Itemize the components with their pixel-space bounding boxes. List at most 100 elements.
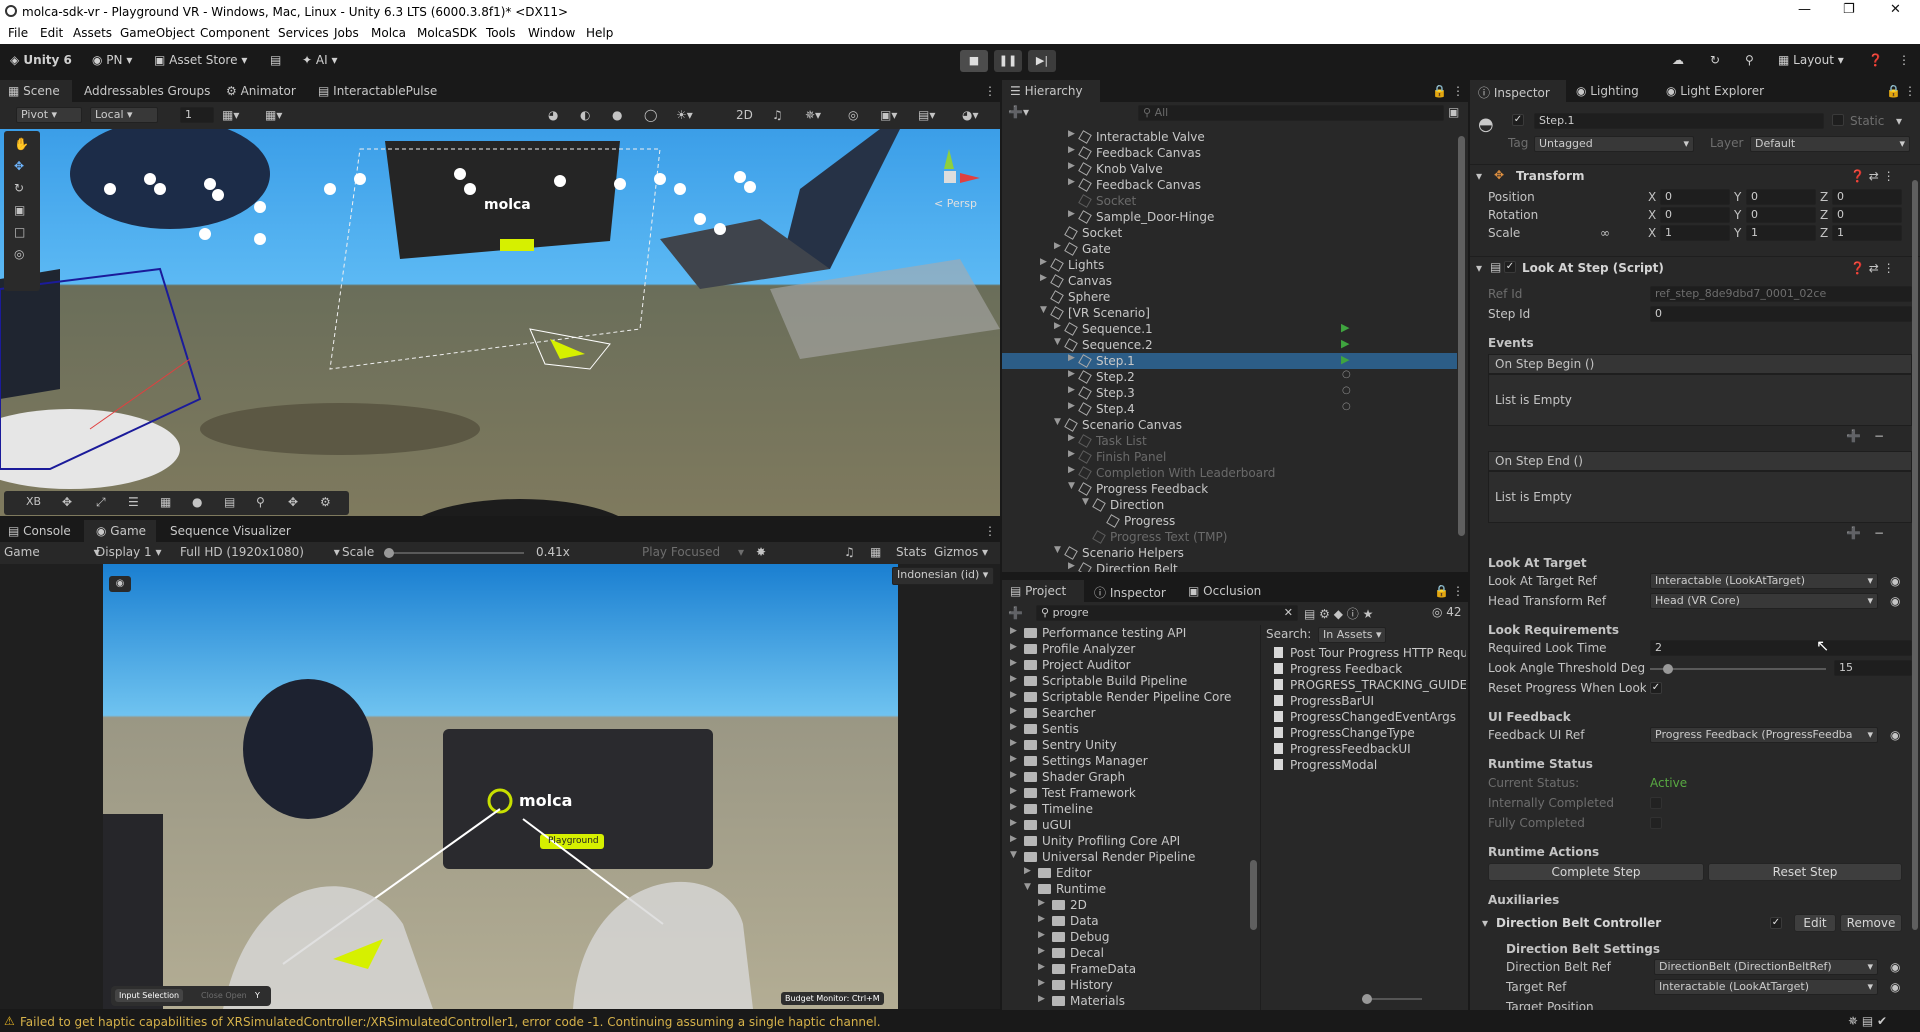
folder-row[interactable]: ▶ uGUI xyxy=(1002,817,1250,833)
scale-tool-icon[interactable]: ▣ xyxy=(14,203,25,217)
step-button[interactable]: ▶| xyxy=(1028,50,1056,72)
expand-arrow-icon[interactable]: ▶ xyxy=(1068,161,1075,171)
folder-row[interactable]: ▶ Profile Analyzer xyxy=(1002,641,1250,657)
remove-event-icon[interactable]: − xyxy=(1874,526,1884,540)
search-tools-icons[interactable]: ▤ ⚙ ◆ ⓘ ★ xyxy=(1304,605,1373,622)
audio-icon[interactable]: ♫ xyxy=(772,108,783,122)
hierarchy-row[interactable]: ▶ Gate xyxy=(1002,241,1457,257)
folder-row[interactable]: ▶ Data xyxy=(1002,913,1250,929)
hierarchy-scrollbar[interactable] xyxy=(1458,136,1465,536)
transform-x-field[interactable]: 1 xyxy=(1660,225,1730,241)
account-button[interactable]: ◈ Unity 6 xyxy=(10,53,72,67)
sphere-icon[interactable]: ● xyxy=(192,495,202,509)
asset-result-row[interactable]: ProgressChangeType xyxy=(1266,725,1466,741)
more-icon[interactable]: ⋮ xyxy=(1898,53,1910,67)
expand-arrow-icon[interactable]: ▶ xyxy=(1038,978,1045,988)
lighting-icon[interactable]: ☀▾ xyxy=(676,108,693,122)
vr-mode-icon[interactable]: ◉ xyxy=(109,576,131,592)
menu-window[interactable]: Window xyxy=(528,26,575,40)
hierarchy-search-input[interactable]: ⚲ All xyxy=(1138,105,1444,121)
expand-arrow-icon[interactable]: ▶ xyxy=(1038,994,1045,1004)
status-message[interactable]: Failed to get haptic capabilities of XRS… xyxy=(20,1015,881,1029)
hierarchy-row[interactable]: ▶ Sequence.1 ▶ xyxy=(1002,321,1457,337)
scale-slider[interactable] xyxy=(384,548,524,558)
hierarchy-row[interactable]: ▼ Sequence.2 ▶ xyxy=(1002,337,1457,353)
view-tool-icon[interactable]: ✋ xyxy=(14,137,29,151)
game-view-dropdown[interactable]: Game ▾ xyxy=(4,545,100,559)
help-icon[interactable]: ❓ xyxy=(1868,53,1883,67)
tab-console[interactable]: ▤ Console xyxy=(8,524,71,538)
project-search-input[interactable]: ⚲ progre ✕ xyxy=(1036,605,1298,621)
transform-z-field[interactable]: 0 xyxy=(1832,207,1902,223)
hierarchy-row[interactable]: ▶ Knob Valve xyxy=(1002,161,1457,177)
expand-arrow-icon[interactable]: ▶ xyxy=(1038,946,1045,956)
constrain-proportions-icon[interactable]: ∞ xyxy=(1600,226,1610,240)
look-angle-slider-thumb[interactable] xyxy=(1662,664,1673,674)
folder-scrollbar[interactable] xyxy=(1250,860,1257,930)
2d-toggle[interactable]: 2D xyxy=(736,108,753,122)
tab-occlusion[interactable]: ▣ Occlusion xyxy=(1188,584,1261,598)
history-icon[interactable]: ↻ xyxy=(1710,53,1720,67)
expand-arrow-icon[interactable]: ▶ xyxy=(1068,353,1075,363)
close-icon[interactable]: ✕ xyxy=(1890,2,1901,17)
hierarchy-row[interactable]: ▶ Step.2 ○ xyxy=(1002,369,1457,385)
hierarchy-row[interactable]: Socket xyxy=(1002,225,1457,241)
menu-component[interactable]: Component xyxy=(200,26,270,40)
expand-arrow-icon[interactable]: ▶ xyxy=(1040,257,1047,267)
pause-button[interactable]: ❚❚ xyxy=(994,50,1022,72)
expand-arrow-icon[interactable]: ▶ xyxy=(1010,690,1017,700)
list-icon[interactable]: ☰ xyxy=(128,495,139,509)
maximize-icon[interactable]: ❐ xyxy=(1843,2,1855,17)
transform-y-field[interactable]: 0 xyxy=(1746,189,1816,205)
target-ref-field[interactable]: Interactable (LookAtTarget) ▾ xyxy=(1654,979,1878,995)
search-icon[interactable]: ⚲ xyxy=(1745,53,1754,67)
expand-arrow-icon[interactable]: ▼ xyxy=(1010,850,1017,860)
transform-z-field[interactable]: 1 xyxy=(1832,225,1902,241)
expand-arrow-icon[interactable]: ▶ xyxy=(1010,642,1017,652)
hierarchy-row[interactable]: ▶ Completion With Leaderboard xyxy=(1002,465,1457,481)
collapse-arrow-icon[interactable]: ▼ xyxy=(1082,497,1089,507)
layers-overlay-icon[interactable]: ▤ xyxy=(224,495,235,509)
zoom-icon[interactable]: ⚲ xyxy=(256,495,265,509)
folder-row[interactable]: ▶ Test Framework xyxy=(1002,785,1250,801)
icon-size-thumb[interactable] xyxy=(1362,994,1372,1004)
object-picker-icon[interactable]: ◉ xyxy=(1890,574,1900,588)
script-actions-icons[interactable]: ❓ ⇄ ⋮ xyxy=(1850,261,1895,275)
icon-size-slider[interactable] xyxy=(1362,994,1422,1004)
play-focused-dropdown[interactable]: Play Focused ▾ xyxy=(642,545,744,559)
play-button[interactable]: ■ xyxy=(960,50,988,72)
object-picker-icon[interactable]: ◉ xyxy=(1890,980,1900,994)
object-picker-icon[interactable]: ◉ xyxy=(1890,728,1900,742)
transform-y-field[interactable]: 1 xyxy=(1746,225,1816,241)
lock-icon[interactable]: 🔒 xyxy=(1886,84,1901,98)
script-foldout-icon[interactable]: ▾ xyxy=(1476,261,1482,275)
folder-row[interactable]: ▶ Shader Graph xyxy=(1002,769,1250,785)
object-picker-icon[interactable]: ◉ xyxy=(1890,960,1900,974)
project-menu-icon[interactable]: ⋮ xyxy=(1452,584,1464,598)
gizmos-dropdown[interactable]: Gizmos ▾ xyxy=(934,545,988,559)
expand-arrow-icon[interactable]: ▶ xyxy=(1038,930,1045,940)
minimize-icon[interactable]: — xyxy=(1798,2,1811,17)
active-checkbox[interactable]: ✓ xyxy=(1512,114,1524,126)
hierarchy-row[interactable]: ▼ [VR Scenario] xyxy=(1002,305,1457,321)
menu-file[interactable]: File xyxy=(8,26,28,40)
step-id-field[interactable]: 0 xyxy=(1650,306,1912,322)
hierarchy-row[interactable]: ▼ Direction xyxy=(1002,497,1457,513)
expand-arrow-icon[interactable]: ▶ xyxy=(1010,674,1017,684)
expand-arrow-icon[interactable]: ▶ xyxy=(1068,129,1075,139)
hierarchy-row[interactable]: ▶ Finish Panel xyxy=(1002,449,1457,465)
static-checkbox[interactable] xyxy=(1832,114,1844,126)
orientation-icon[interactable]: ◕ xyxy=(548,108,558,122)
hierarchy-row[interactable]: Socket xyxy=(1002,193,1457,209)
hierarchy-row[interactable]: ▶ Step.3 ○ xyxy=(1002,385,1457,401)
expand-arrow-icon[interactable]: ▶ xyxy=(1068,177,1075,187)
tag-dropdown[interactable]: Untagged ▾ xyxy=(1534,136,1694,152)
expand-arrow-icon[interactable]: ▶ xyxy=(1068,465,1075,475)
hierarchy-row[interactable]: ▶ Interactable Valve xyxy=(1002,129,1457,145)
direction-belt-ref-field[interactable]: DirectionBelt (DirectionBeltRef) ▾ xyxy=(1654,959,1878,975)
menu-help[interactable]: Help xyxy=(586,26,613,40)
view-gizmo[interactable]: < Persp xyxy=(920,149,980,210)
hierarchy-row[interactable]: ▶ Step.4 ○ xyxy=(1002,401,1457,417)
expand-arrow-icon[interactable]: ▶ xyxy=(1010,706,1017,716)
asset-result-row[interactable]: PROGRESS_TRACKING_GUIDE xyxy=(1266,677,1466,693)
